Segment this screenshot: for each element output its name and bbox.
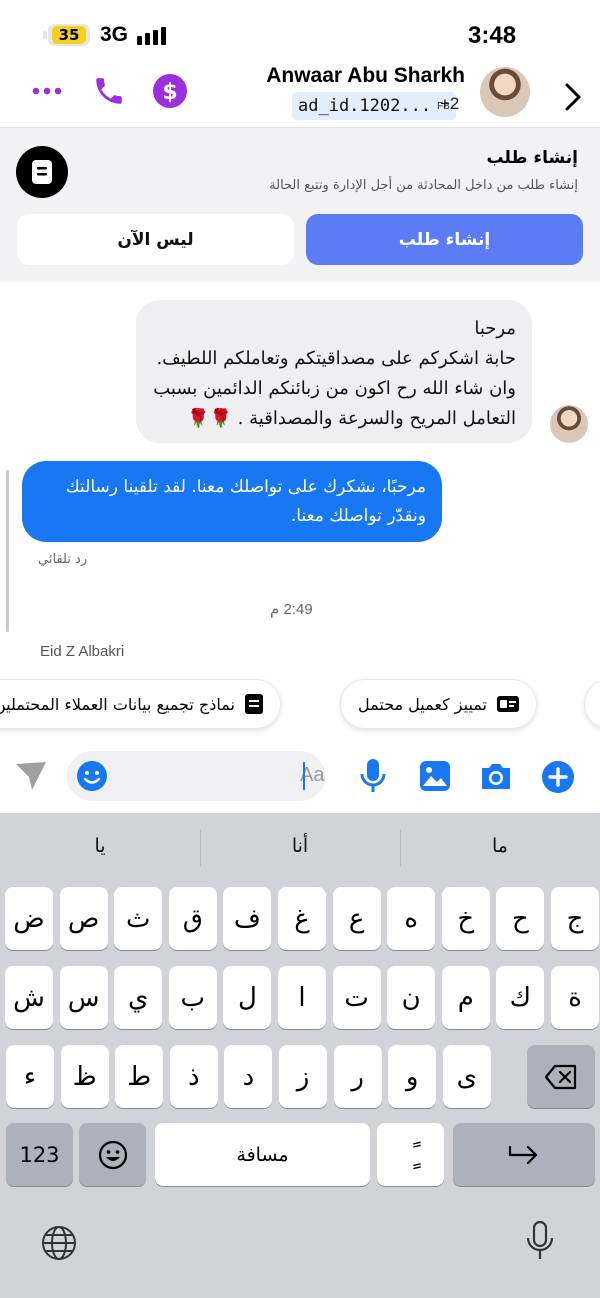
letter-key[interactable]: ء — [6, 1045, 54, 1108]
extra-tags-count[interactable]: +2 — [440, 94, 459, 114]
auto-reply-label: رد تلقائي — [38, 552, 88, 567]
numbers-key[interactable]: 123 — [6, 1123, 73, 1186]
message-line: مرحبا — [474, 318, 516, 339]
letter-key[interactable]: و — [388, 1045, 437, 1108]
add-plus-icon[interactable] — [541, 760, 575, 794]
space-key[interactable]: مسافة — [155, 1123, 370, 1186]
letter-key[interactable]: ة — [551, 966, 599, 1029]
letter-key[interactable]: ح — [496, 887, 545, 950]
send-icon[interactable] — [14, 760, 48, 792]
message-timestamp: 2:49 م — [270, 601, 313, 618]
letter-key[interactable]: ا — [278, 966, 326, 1029]
create-request-button[interactable]: إنشاء طلب — [306, 214, 583, 265]
chevron-right-icon[interactable] — [562, 82, 584, 112]
message-line: حابة اشكركم على مصداقيتكم وتعاملكم اللطي… — [156, 348, 516, 369]
letter-key[interactable]: ظ — [60, 1045, 109, 1108]
screen: { "status_bar": {"battery": "35", "netwo… — [0, 0, 600, 1298]
letter-key[interactable]: ص — [59, 887, 108, 950]
letter-key[interactable]: س — [59, 966, 108, 1029]
mark-as-lead-chip[interactable]: تمييز كعميل محتمل — [340, 679, 537, 729]
letter-key[interactable]: ي — [114, 966, 163, 1029]
globe-icon[interactable] — [40, 1224, 78, 1262]
ad-id-badge[interactable]: ad_id.1202... FB — [292, 92, 456, 120]
form-icon — [244, 694, 263, 714]
emoji-key[interactable] — [79, 1123, 146, 1186]
message-line: التعامل المريح والسرعة والمصداقية . 🌹🌹 — [187, 408, 516, 429]
letter-key[interactable]: ش — [5, 966, 53, 1029]
document-icon — [16, 146, 68, 198]
letter-key[interactable]: ت — [332, 966, 381, 1029]
more-actions-chip[interactable] — [584, 679, 600, 729]
letter-key[interactable]: ر — [333, 1045, 382, 1108]
letter-key[interactable]: ق — [168, 887, 217, 950]
letter-key[interactable]: ط — [115, 1045, 164, 1108]
letter-key[interactable]: ع — [332, 887, 381, 950]
return-icon — [508, 1145, 538, 1164]
letter-key[interactable]: ك — [496, 966, 545, 1029]
suggestion-divider — [400, 830, 401, 866]
suggestion-1[interactable]: ما — [400, 835, 600, 857]
battery-level: 35 — [52, 26, 86, 44]
sender-avatar[interactable] — [550, 405, 588, 443]
message-line: مرحبًا، نشكرك على تواصلك معنا. لقد تلقين… — [65, 477, 426, 497]
network-type: 3G — [100, 23, 129, 46]
panel-subtitle: إنشاء طلب من داخل المحادثة من أجل الإدار… — [269, 178, 578, 193]
text-cursor — [303, 762, 305, 790]
letter-key[interactable]: م — [441, 966, 490, 1029]
microphone-icon[interactable] — [360, 758, 386, 794]
letter-key[interactable]: خ — [441, 887, 490, 950]
message-line: وان شاء الله رح اكون من زبائنكم الدائمين… — [153, 378, 516, 399]
letter-key[interactable]: ب — [168, 966, 217, 1029]
lead-forms-chip[interactable]: نماذج تجميع بيانات العملاء المحتملين — [0, 679, 281, 729]
chip-label: نماذج تجميع بيانات العملاء المحتملين — [0, 694, 235, 714]
backspace-key[interactable] — [527, 1045, 595, 1108]
suggestion-divider — [200, 830, 201, 866]
gallery-icon[interactable] — [419, 760, 451, 792]
suggestion-2[interactable]: أنا — [200, 835, 400, 857]
not-now-button[interactable]: ليس الآن — [17, 214, 294, 265]
letter-key[interactable]: ه — [387, 887, 436, 950]
diacritic-key[interactable]: ًٍ — [377, 1123, 444, 1186]
agent-name: Eid Z Albakri — [40, 643, 125, 660]
battery-tip — [43, 31, 47, 39]
emoji-keyboard-icon — [98, 1140, 127, 1169]
outgoing-message-bubble[interactable]: مرحبًا، نشكرك على تواصلك معنا. لقد تلقين… — [22, 461, 442, 542]
letter-key[interactable]: ذ — [169, 1045, 218, 1108]
battery-indicator: 35 — [48, 24, 90, 46]
chip-label: تمييز كعميل محتمل — [358, 694, 487, 714]
svg-text:$: $ — [162, 80, 177, 105]
panel-title: إنشاء طلب — [486, 148, 578, 168]
letter-key[interactable]: ز — [279, 1045, 327, 1108]
return-key[interactable] — [453, 1123, 595, 1186]
payment-dollar-icon[interactable]: $ — [150, 71, 190, 111]
delete-icon — [544, 1064, 577, 1089]
signal-icon — [137, 27, 166, 45]
letter-key[interactable]: ف — [223, 887, 272, 950]
contact-name[interactable]: Anwaar Abu Sharkh — [266, 64, 465, 88]
dictation-mic-icon[interactable] — [525, 1220, 555, 1262]
phone-call-icon[interactable] — [89, 71, 129, 111]
letter-key[interactable]: ث — [114, 887, 163, 950]
message-line: ونقدّر تواصلك معنا. — [290, 506, 426, 526]
more-options-icon[interactable] — [27, 71, 67, 111]
letter-key[interactable]: د — [224, 1045, 273, 1108]
letter-key[interactable]: ل — [223, 966, 272, 1029]
suggestion-3[interactable]: يا — [0, 835, 200, 857]
camera-icon[interactable] — [479, 760, 513, 792]
status-time: 3:48 — [468, 22, 517, 49]
letter-key[interactable]: ن — [387, 966, 436, 1029]
contact-avatar[interactable] — [480, 67, 530, 117]
incoming-message-bubble[interactable]: مرحبا حابة اشكركم على مصداقيتكم وتعاملكم… — [136, 300, 532, 443]
letter-key[interactable]: ى — [442, 1045, 491, 1108]
letter-key[interactable]: غ — [278, 887, 326, 950]
ad-id-text: ad_id.1202... — [298, 96, 432, 116]
emoji-icon[interactable] — [76, 760, 108, 792]
scroll-indicator — [6, 470, 9, 632]
letter-key[interactable]: ج — [551, 887, 599, 950]
letter-key[interactable]: ض — [5, 887, 53, 950]
id-card-icon — [496, 696, 519, 712]
